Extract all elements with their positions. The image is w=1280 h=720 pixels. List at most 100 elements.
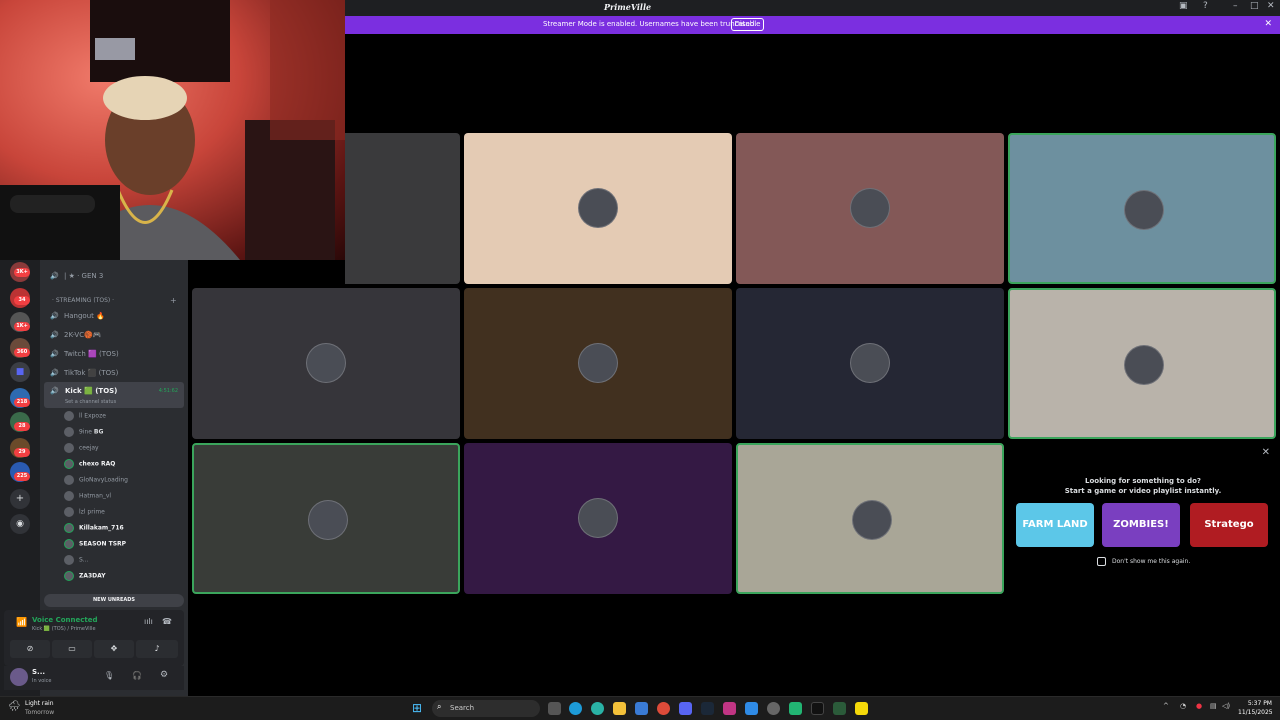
activities-button[interactable]: ✥: [94, 640, 134, 658]
wifi-icon[interactable]: ◔: [1180, 702, 1186, 710]
voice-user[interactable]: GloNavyLoading: [64, 475, 128, 485]
avatar: [64, 507, 74, 517]
voice-user[interactable]: SEASON TSRP: [64, 539, 126, 549]
voice-tile[interactable]: [192, 288, 460, 439]
channel-kick-selected[interactable]: 🔊 Kick 🟩 (TOS) 4:51:62 Set a channel sta…: [44, 382, 184, 408]
channel-tiktok[interactable]: 🔊 TikTok ⬛ (TOS): [50, 369, 118, 377]
game-card-stratego[interactable]: Stratego: [1190, 503, 1268, 547]
soundboard-button[interactable]: ♪: [136, 640, 178, 658]
taskbar-search[interactable]: ⌕ Search: [432, 700, 540, 717]
app-title: PrimeVille: [604, 2, 652, 12]
camera-button[interactable]: ⊘: [10, 640, 50, 658]
settings-icon[interactable]: [767, 702, 780, 715]
voice-user[interactable]: Hatman_vl: [64, 491, 111, 501]
voice-tile[interactable]: [1008, 288, 1276, 439]
username: S...: [32, 668, 46, 676]
username: SEASON: [79, 540, 107, 548]
discover-icon[interactable]: ◉: [10, 514, 30, 534]
unread-badge: 3K+: [14, 268, 30, 277]
steam-icon[interactable]: [701, 702, 714, 715]
banner-close-icon[interactable]: ✕: [1264, 19, 1272, 29]
avatar: [64, 427, 74, 437]
chrome-icon[interactable]: [657, 702, 670, 715]
task-view-icon[interactable]: [548, 702, 561, 715]
voice-user[interactable]: ZA3DAY: [64, 571, 106, 581]
voice-user[interactable]: Killakam_716: [64, 523, 124, 533]
voice-tile[interactable]: [736, 288, 1004, 439]
new-unreads-button[interactable]: NEW UNREADS: [44, 594, 184, 607]
volume-icon[interactable]: ◁): [1222, 702, 1230, 710]
signal-icon: 📶: [16, 618, 28, 628]
start-icon[interactable]: ⊞: [412, 701, 422, 715]
voice-tile[interactable]: [345, 133, 460, 284]
username: ceejay: [79, 444, 99, 452]
voice-tile[interactable]: [192, 443, 460, 594]
tile-avatar: [578, 343, 618, 383]
channel-status[interactable]: Set a channel status: [65, 399, 116, 405]
voice-status[interactable]: Voice Connected: [32, 616, 98, 624]
voice-user[interactable]: 9ine BG: [64, 427, 103, 437]
sticky-notes-icon[interactable]: [855, 702, 868, 715]
game-card-zombies[interactable]: ZOMBIES!: [1102, 503, 1180, 547]
add-channel-icon[interactable]: +: [170, 296, 177, 305]
category-header[interactable]: · STREAMING (TOS) ·: [52, 297, 114, 304]
channel-hangout[interactable]: 🔊 Hangout 🔥: [50, 312, 105, 320]
banner-text: Streamer Mode is enabled. Usernames have…: [543, 20, 757, 28]
voice-user[interactable]: ll Expoze: [64, 411, 106, 421]
voice-tile[interactable]: [464, 443, 732, 594]
channel-twitch[interactable]: 🔊 Twitch 🟪 (TOS): [50, 350, 119, 358]
headphones-icon[interactable]: 🎧: [132, 671, 142, 680]
inbox-icon[interactable]: ▣: [1179, 1, 1188, 11]
weather-label: Light rain: [25, 700, 54, 707]
username: lzl prime: [79, 508, 105, 516]
screen-share-button[interactable]: ▭: [52, 640, 92, 658]
dont-show-checkbox[interactable]: [1097, 557, 1106, 566]
dont-show-label: Don't show me this again.: [1112, 558, 1191, 565]
username: chexo: [79, 460, 99, 468]
network-icon[interactable]: ▤: [1210, 702, 1217, 710]
disconnect-icon[interactable]: ☎: [162, 617, 172, 626]
file-explorer-icon[interactable]: [613, 702, 626, 715]
voice-tile[interactable]: [464, 288, 732, 439]
noise-suppression-icon[interactable]: ıılı: [144, 617, 153, 626]
disable-streamer-mode-button[interactable]: Disable: [731, 18, 764, 31]
channel-2k-vc[interactable]: 🔊 2K-VC🏀🎮: [50, 331, 102, 339]
close-icon[interactable]: ✕: [1267, 1, 1275, 11]
user-avatar[interactable]: [10, 668, 28, 686]
voice-tile[interactable]: [1008, 133, 1276, 284]
app-icon[interactable]: [833, 702, 846, 715]
weather-icon[interactable]: 🌧: [8, 701, 21, 712]
folder-icon[interactable]: ■: [10, 362, 30, 382]
mic-tray-icon[interactable]: ●: [1196, 702, 1202, 710]
help-icon[interactable]: ?: [1203, 1, 1208, 11]
settings-gear-icon[interactable]: ⚙: [160, 670, 168, 680]
channel-gen3[interactable]: 🔊 | ★ · GEN 3: [50, 272, 103, 280]
add-server-icon[interactable]: +: [10, 489, 30, 509]
microphone-icon[interactable]: 🎙: [104, 671, 114, 680]
instagram-icon[interactable]: [723, 702, 736, 715]
game-card-farm-land[interactable]: FARM LAND: [1016, 503, 1094, 547]
voice-tile[interactable]: [736, 133, 1004, 284]
maximize-icon[interactable]: □: [1250, 1, 1259, 11]
channel-label: TikTok ⬛ (TOS): [64, 369, 119, 377]
voice-tile[interactable]: [464, 133, 732, 284]
close-activity-icon[interactable]: ✕: [1262, 447, 1270, 458]
category-label: · STREAMING (TOS) ·: [52, 297, 115, 304]
copilot-icon[interactable]: [591, 702, 604, 715]
voice-user[interactable]: S...: [64, 555, 89, 565]
voice-user[interactable]: lzl prime: [64, 507, 105, 517]
discord-icon[interactable]: [679, 702, 692, 715]
clock-time[interactable]: 5:37 PM: [1238, 700, 1272, 707]
tiktok-icon[interactable]: [811, 702, 824, 715]
minimize-icon[interactable]: –: [1233, 1, 1238, 11]
store-icon[interactable]: [635, 702, 648, 715]
voice-user[interactable]: chexo RAQ: [64, 459, 115, 469]
app-icon[interactable]: [789, 702, 802, 715]
clock-date[interactable]: 11/15/2025: [1238, 709, 1273, 716]
voice-user[interactable]: ceejay: [64, 443, 99, 453]
edge-icon[interactable]: [569, 702, 582, 715]
app-icon[interactable]: [745, 702, 758, 715]
voice-location[interactable]: Kick 🟩 (TOS) / PrimeVille: [32, 626, 96, 632]
voice-tile[interactable]: [736, 443, 1004, 594]
tray-chevron-icon[interactable]: ^: [1163, 702, 1169, 710]
